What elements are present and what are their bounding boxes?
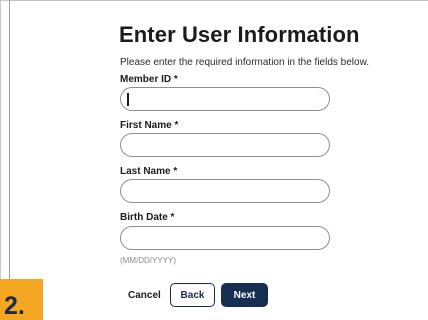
step-number: 2. bbox=[4, 292, 25, 320]
text-cursor bbox=[127, 93, 129, 106]
member-id-label: Member ID * bbox=[120, 74, 178, 85]
form-instructions: Please enter the required information in… bbox=[120, 57, 370, 68]
first-name-field[interactable] bbox=[120, 133, 330, 157]
member-id-field[interactable] bbox=[120, 87, 330, 111]
back-button[interactable]: Back bbox=[170, 283, 215, 307]
top-divider bbox=[10, 0, 428, 1]
first-name-label: First Name * bbox=[120, 120, 179, 131]
last-name-label: Last Name * bbox=[120, 166, 178, 177]
birth-date-format-hint: (MM/DD/YYYY) bbox=[120, 256, 176, 265]
left-divider bbox=[9, 0, 10, 295]
next-button[interactable]: Next bbox=[221, 283, 268, 307]
cancel-link[interactable]: Cancel bbox=[128, 290, 161, 301]
page-frame bbox=[0, 0, 428, 320]
page-title: Enter User Information bbox=[119, 22, 360, 47]
step-badge: 2. bbox=[0, 279, 43, 320]
birth-date-label: Birth Date * bbox=[120, 212, 175, 223]
birth-date-field[interactable] bbox=[120, 226, 330, 250]
last-name-field[interactable] bbox=[120, 179, 330, 203]
